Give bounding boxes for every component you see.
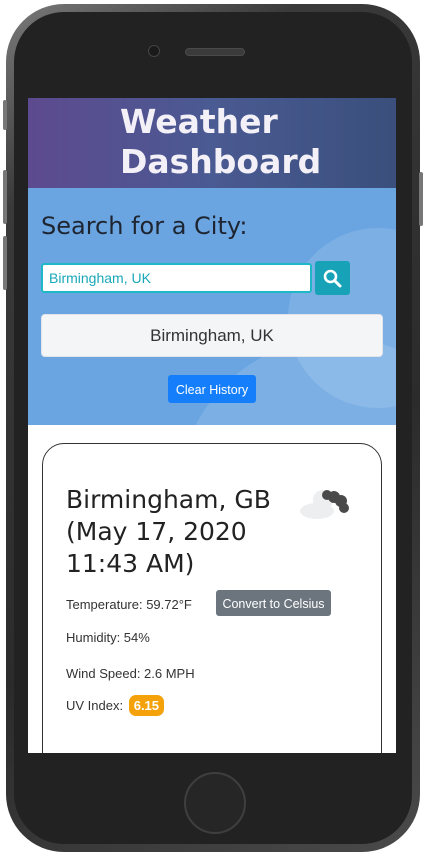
clear-history-button[interactable]: Clear History [168, 375, 256, 403]
search-icon [323, 269, 342, 288]
humidity-text: Humidity: 54% [66, 630, 150, 645]
front-camera [148, 45, 160, 57]
search-button[interactable] [315, 261, 350, 295]
cloudy-icon [300, 490, 349, 519]
volume-down-button [3, 236, 7, 290]
uv-index-row: UV Index: 6.15 [66, 695, 165, 716]
home-button[interactable] [184, 772, 246, 834]
search-history-item[interactable]: Birmingham, UK [41, 314, 383, 357]
temperature-text: Temperature: 59.72°F [66, 597, 192, 612]
current-weather-card: Birmingham, GB (May 17, 2020 11:43 AM) T… [42, 443, 382, 753]
volume-up-button [3, 170, 7, 224]
search-panel: Search for a City: Birmingham, UK Clear … [28, 188, 396, 425]
page-title: Weather Dashboard [120, 102, 322, 181]
current-weather-title: Birmingham, GB (May 17, 2020 11:43 AM) [66, 485, 271, 578]
convert-to-celsius-button[interactable]: Convert to Celsius [216, 590, 331, 616]
app-header: Weather Dashboard [28, 98, 396, 188]
power-button [419, 172, 423, 226]
uv-index-badge: 6.15 [128, 695, 165, 716]
earpiece-speaker [185, 48, 245, 56]
app-screen: Weather Dashboard Search for a City: Bir… [28, 98, 396, 753]
mute-switch [3, 100, 7, 130]
uv-index-label: UV Index: [66, 698, 124, 713]
wind-speed-text: Wind Speed: 2.6 MPH [66, 666, 195, 681]
city-search-input[interactable] [41, 263, 312, 293]
search-heading: Search for a City: [41, 212, 248, 240]
